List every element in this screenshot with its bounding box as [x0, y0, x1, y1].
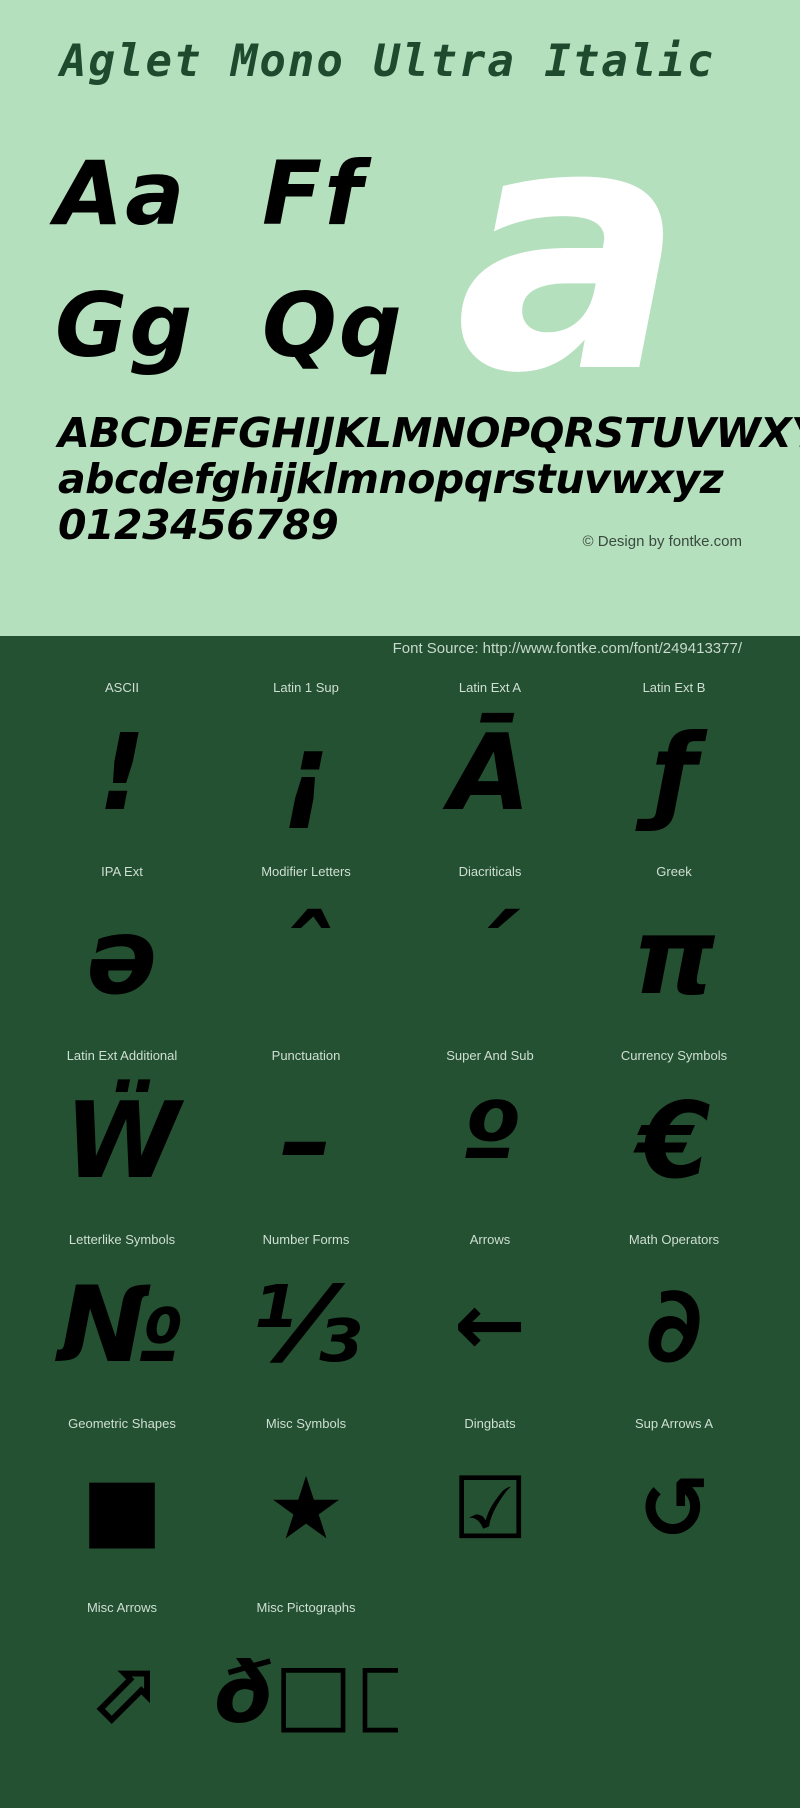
unicode-block-glyph: π: [632, 896, 716, 1018]
unicode-block-cell[interactable]: Latin Ext A Ā: [398, 680, 582, 864]
glyph-pair-qq: Qq: [262, 274, 404, 377]
unicode-block-glyph: ☑: [451, 1459, 529, 1559]
font-name-title: Aglet Mono Ultra Italic: [60, 36, 716, 87]
specimen-preview-panel: Aglet Mono Ultra Italic Aa Ff Gg Qq a AB…: [0, 0, 800, 636]
uppercase-alphabet-line: ABCDEFGHIJKLMNOPQRSTUVWXYZ: [58, 409, 800, 457]
unicode-block-label: Latin Ext Additional: [66, 1048, 178, 1063]
unicode-block-glyph: ⬀: [85, 1643, 159, 1743]
unicode-block-label: Misc Arrows: [86, 1600, 158, 1615]
unicode-block-glyph: ˆ: [279, 896, 333, 1018]
unicode-block-glyph: ð□□□: [214, 1644, 398, 1742]
unicode-block-row: ASCII! Latin 1 Sup ¡ Latin Ext A Ā Latin Ext …: [0, 680, 800, 864]
unicode-block-glyph: Ā: [449, 712, 531, 834]
unicode-block-glyph: ∂: [645, 1264, 703, 1386]
font-source-link[interactable]: Font Source: http://www.fontke.com/font/…: [393, 640, 742, 657]
unicode-block-glyph: €: [637, 1080, 711, 1202]
lowercase-alphabet-line: abcdefghijklmnopqrstuvwxyz: [58, 455, 724, 503]
unicode-block-label: ASCII: [105, 680, 139, 695]
unicode-block-cell[interactable]: Math Operators ∂: [582, 1232, 766, 1416]
design-credit: © Design by fontke.com: [582, 533, 742, 550]
unicode-block-cell[interactable]: Modifier Letters ˆ: [214, 864, 398, 1048]
unicode-block-glyph: –: [279, 1080, 333, 1202]
glyph-pair-gg: Gg: [55, 274, 195, 377]
unicode-block-glyph: Ẅ: [64, 1080, 180, 1202]
unicode-block-cell[interactable]: Geometric Shapes ■: [30, 1416, 214, 1600]
unicode-block-row: Latin Ext Additional Ẅ Punctuation – Super A…: [0, 1048, 800, 1232]
unicode-block-label: Number Forms: [262, 1232, 350, 1247]
unicode-block-glyph: º: [460, 1080, 520, 1202]
unicode-blocks-panel: Font Source: http://www.fontke.com/font/…: [0, 636, 800, 1808]
unicode-block-cell[interactable]: Dingbats ☑: [398, 1416, 582, 1600]
unicode-block-cell[interactable]: Sup Arrows A ↺: [582, 1416, 766, 1600]
alphabet-block: ABCDEFGHIJKLMNOPQRSTUVWXYZ abcdefghijklm…: [58, 409, 800, 548]
unicode-block-label: Latin 1 Sup: [273, 680, 339, 695]
unicode-block-label: Misc Pictographs: [256, 1600, 356, 1615]
unicode-block-cell[interactable]: Misc Arrows ⬀: [30, 1600, 214, 1784]
unicode-block-label: Diacriticals: [458, 864, 522, 879]
unicode-block-grid: ASCII! Latin 1 Sup ¡ Latin Ext A Ā Latin Ext …: [0, 680, 800, 1784]
unicode-block-row: Misc Arrows ⬀ Misc Pictographs ð□□□: [0, 1600, 800, 1784]
unicode-block-glyph: ⅓: [251, 1264, 361, 1386]
unicode-block-row: Letterlike Symbols № Number Forms ⅓ Arrows ← M…: [0, 1232, 800, 1416]
unicode-block-label: IPA Ext: [101, 864, 143, 879]
unicode-block-cell[interactable]: Letterlike Symbols №: [30, 1232, 214, 1416]
unicode-block-label: Latin Ext A: [458, 680, 522, 695]
unicode-block-label: Currency Symbols: [620, 1048, 728, 1063]
unicode-block-row: Geometric Shapes ■ Misc Symbols ★ Dingbats ☑ S…: [0, 1416, 800, 1600]
unicode-block-glyph: ←: [453, 1275, 527, 1375]
unicode-block-label: Math Operators: [628, 1232, 720, 1247]
unicode-block-glyph: ↺: [637, 1459, 711, 1559]
unicode-block-label: Super And Sub: [446, 1048, 534, 1063]
unicode-block-label: Arrows: [469, 1232, 511, 1247]
unicode-block-glyph: ¡: [282, 712, 330, 834]
unicode-block-glyph: ƒ: [651, 712, 697, 834]
sample-glyph-grid: Aa Ff Gg Qq a: [0, 100, 800, 400]
unicode-block-cell[interactable]: Latin Ext B ƒ: [582, 680, 766, 864]
unicode-block-glyph: №: [58, 1264, 186, 1386]
unicode-block-cell[interactable]: Super And Sub º: [398, 1048, 582, 1232]
unicode-block-cell[interactable]: Diacriticals ´: [398, 864, 582, 1048]
unicode-block-label: Punctuation: [271, 1048, 341, 1063]
unicode-block-glyph: ´: [463, 896, 517, 1018]
unicode-block-cell[interactable]: Latin Ext Additional Ẅ: [30, 1048, 214, 1232]
unicode-block-cell[interactable]: Misc Pictographs ð□□□: [214, 1600, 398, 1784]
unicode-block-label: Letterlike Symbols: [68, 1232, 176, 1247]
unicode-block-glyph: ★: [267, 1459, 345, 1559]
unicode-block-row: IPA Ext ə Modifier Letters ˆ Diacriticals ´ Gr…: [0, 864, 800, 1048]
unicode-block-cell[interactable]: Greek π: [582, 864, 766, 1048]
unicode-block-label: Greek: [656, 864, 692, 879]
unicode-block-cell[interactable]: Currency Symbols €: [582, 1048, 766, 1232]
glyph-pair-aa: Aa: [55, 142, 187, 245]
unicode-block-glyph: !: [98, 712, 146, 834]
unicode-block-label: Dingbats: [464, 1416, 516, 1431]
unicode-block-glyph: ə: [86, 896, 158, 1018]
unicode-block-label: Modifier Letters: [261, 864, 351, 879]
unicode-block-cell[interactable]: Arrows ←: [398, 1232, 582, 1416]
unicode-block-glyph: ■: [81, 1459, 163, 1559]
unicode-block-label: Latin Ext B: [642, 680, 706, 695]
unicode-block-cell[interactable]: Latin 1 Sup ¡: [214, 680, 398, 864]
font-specimen-page: Aglet Mono Ultra Italic Aa Ff Gg Qq a AB…: [0, 0, 800, 1808]
unicode-block-cell[interactable]: Punctuation –: [214, 1048, 398, 1232]
unicode-block-cell-empty: [582, 1600, 766, 1784]
unicode-block-label: Misc Symbols: [265, 1416, 347, 1431]
feature-glyph-a: a: [455, 100, 685, 400]
unicode-block-cell[interactable]: Misc Symbols ★: [214, 1416, 398, 1600]
unicode-block-cell-empty: [398, 1600, 582, 1784]
unicode-block-cell[interactable]: IPA Ext ə: [30, 864, 214, 1048]
unicode-block-cell[interactable]: Number Forms ⅓: [214, 1232, 398, 1416]
unicode-block-label: Sup Arrows A: [634, 1416, 714, 1431]
unicode-block-cell[interactable]: ASCII!: [30, 680, 214, 864]
unicode-block-label: Geometric Shapes: [68, 1416, 176, 1431]
glyph-pair-ff: Ff: [262, 142, 365, 245]
